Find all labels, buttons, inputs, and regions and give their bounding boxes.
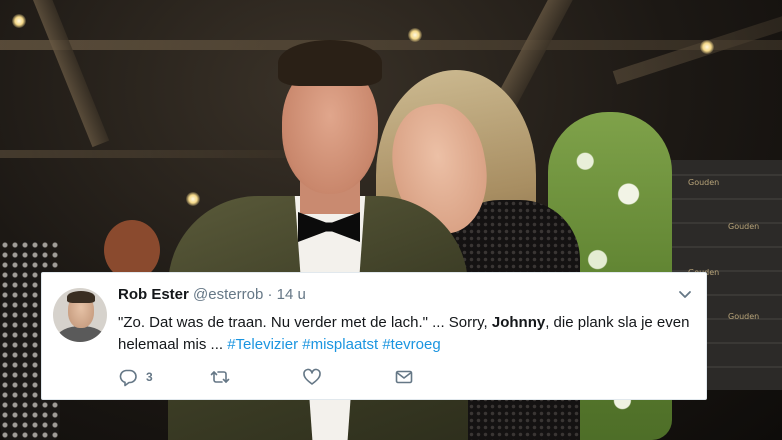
reply-button[interactable]: 3 (118, 367, 153, 387)
avatar[interactable] (53, 288, 107, 342)
heart-icon (303, 368, 321, 385)
ceiling-light (408, 28, 422, 42)
user-handle[interactable]: @esterrob (193, 286, 263, 303)
wall-logo: Gouden (728, 312, 760, 321)
reply-count: 3 (146, 370, 153, 384)
retweet-button[interactable] (210, 367, 238, 387)
man-hair (278, 40, 382, 86)
tweet-text-part: "Zo. Dat was de traan. Nu verder met de … (118, 314, 492, 331)
retweet-icon (210, 371, 230, 383)
display-name[interactable]: Rob Ester (118, 286, 189, 303)
mention-name: Johnny (491, 314, 546, 331)
ceiling-beam (0, 150, 300, 158)
direct-message-button[interactable] (394, 367, 414, 387)
ceiling-beam (28, 0, 110, 148)
hashtag-link[interactable]: #tevroeg (382, 336, 440, 353)
wall-logo: Gouden (728, 222, 760, 231)
separator: · (267, 286, 273, 303)
tweet-header: Rob Ester @esterrob · 14 u (118, 285, 306, 305)
envelope-icon (395, 370, 413, 384)
reply-icon (119, 369, 137, 387)
ceiling-light (186, 192, 200, 206)
ceiling-beam (0, 40, 782, 50)
wall-logo: Gouden (688, 178, 720, 187)
hashtag-link[interactable]: #Televizier (227, 336, 298, 353)
timestamp[interactable]: 14 u (277, 286, 306, 303)
ceiling-light (700, 40, 714, 54)
tweet-card: Rob Ester @esterrob · 14 u "Zo. Dat was … (41, 272, 707, 400)
bystander (104, 220, 160, 280)
like-button[interactable] (302, 367, 330, 387)
tweet-text: "Zo. Dat was de traan. Nu verder met de … (118, 312, 698, 356)
chevron-down-icon[interactable] (678, 287, 692, 301)
hashtag-link[interactable]: #misplaatst (302, 336, 378, 353)
ceiling-light (12, 14, 26, 28)
